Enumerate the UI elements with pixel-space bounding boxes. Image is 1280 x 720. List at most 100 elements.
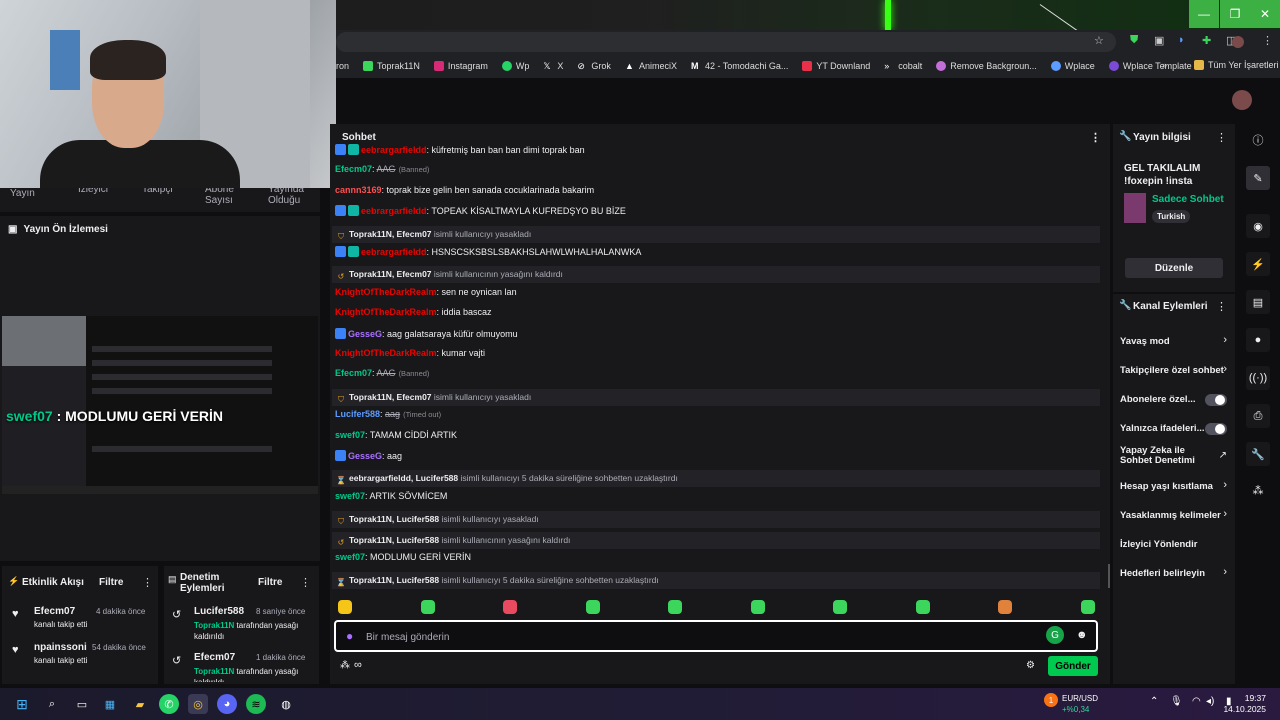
prime-badge-icon[interactable]: [335, 450, 346, 461]
stream-info-more-icon[interactable]: ⋮: [1216, 131, 1227, 144]
subscriber-badge-icon[interactable]: [348, 144, 359, 155]
chat-username[interactable]: swef07: [335, 552, 365, 562]
mod-notice-users[interactable]: Toprak11N, Lucifer588: [349, 514, 439, 524]
channel-action-item[interactable]: Hesap yaşı kısıtlama ›: [1113, 479, 1235, 503]
shield-extension-icon[interactable]: ⛊: [1130, 34, 1138, 47]
mod-notice-users[interactable]: Toprak11N, Efecm07: [349, 269, 432, 279]
stream-tag[interactable]: Turkish: [1152, 210, 1191, 223]
emote-icon[interactable]: [338, 600, 352, 614]
emote-icon[interactable]: [915, 600, 930, 614]
emote-icon[interactable]: [585, 600, 600, 614]
user-avatar[interactable]: [1232, 90, 1252, 110]
address-field[interactable]: [336, 32, 1116, 52]
prime-badge-icon[interactable]: [335, 327, 346, 339]
emote-icon[interactable]: [503, 600, 517, 614]
chat-more-icon[interactable]: ⋮: [1090, 131, 1101, 144]
mod-notice-users[interactable]: eebrargarfieldd, Lucifer588: [349, 473, 458, 483]
bookmarks-overflow-chevron[interactable]: »: [1162, 60, 1167, 70]
chat-username[interactable]: cannn3169: [335, 185, 382, 195]
bookmark-item[interactable]: ⊘ Grok: [577, 61, 611, 71]
chat-scrollbar[interactable]: [1108, 564, 1110, 588]
subscriber-badge-icon[interactable]: [348, 246, 359, 257]
pencil-icon[interactable]: ✎: [1246, 166, 1270, 190]
channel-action-item[interactable]: Abonelere özel...: [1113, 392, 1235, 416]
prime-badge-icon[interactable]: [335, 144, 346, 155]
currency-ticker[interactable]: EUR/USD +%0,34: [1062, 693, 1098, 715]
chrome-icon[interactable]: ◎: [188, 694, 208, 714]
minimize-button[interactable]: —: [1189, 0, 1219, 28]
mod-notice-users[interactable]: Toprak11N, Lucifer588: [349, 575, 439, 585]
profile-avatar[interactable]: [1232, 36, 1244, 48]
send-button[interactable]: Gönder: [1048, 656, 1098, 676]
chat-username[interactable]: GesseG: [348, 329, 382, 339]
bookmark-item[interactable]: ron: [336, 61, 349, 71]
channel-action-item[interactable]: Takipçilere özel sohbet ›: [1113, 363, 1235, 387]
channel-action-item[interactable]: Yavaş mod ›: [1113, 334, 1235, 358]
subscriber-badge-icon[interactable]: [348, 205, 359, 217]
chat-bubble-icon[interactable]: ●: [1246, 328, 1270, 352]
channel-action-item[interactable]: Yalnızca ifadeleri...: [1113, 421, 1235, 445]
discord-icon[interactable]: ◕: [217, 694, 237, 714]
all-bookmarks-folder[interactable]: Tüm Yer İşaretleri: [1194, 60, 1279, 70]
close-button[interactable]: ✕: [1250, 0, 1280, 28]
chat-username[interactable]: Lucifer588: [335, 409, 380, 419]
stream-preview-video[interactable]: [2, 316, 318, 494]
bookmark-item[interactable]: YT Downland: [802, 61, 870, 71]
bookmark-item[interactable]: Wp: [501, 61, 529, 71]
channel-action-item[interactable]: Hedefleri belirleyin ›: [1113, 566, 1235, 590]
chat-username[interactable]: swef07: [335, 491, 365, 501]
browser-menu-icon[interactable]: ⋮: [1262, 34, 1273, 47]
printer-icon[interactable]: ⎙: [1246, 404, 1270, 428]
spotify-icon[interactable]: ≋: [246, 694, 266, 714]
bookmark-item[interactable]: » cobalt: [884, 61, 922, 71]
channel-action-item[interactable]: İzleyici Yönlendir: [1113, 537, 1235, 561]
chat-username[interactable]: eebrargarfieldd: [361, 145, 427, 155]
prime-badge-icon[interactable]: [335, 246, 346, 257]
mod-notice-users[interactable]: Toprak11N, Lucifer588: [349, 535, 439, 545]
info-icon[interactable]: ⓘ: [1246, 128, 1270, 152]
emote-icon[interactable]: [833, 600, 847, 614]
prime-badge-icon[interactable]: [335, 205, 346, 217]
translate-extension-icon[interactable]: ◗: [1178, 34, 1185, 46]
mod-notice-users[interactable]: Toprak11N, Efecm07: [349, 229, 432, 239]
toggle-switch[interactable]: [1205, 394, 1227, 406]
emote-icon[interactable]: [420, 600, 435, 614]
emote-picker-icon[interactable]: ☻: [1076, 629, 1088, 641]
channel-action-item[interactable]: Yapay Zeka ile Sohbet Denetimi ↗: [1113, 446, 1235, 474]
extension-icon[interactable]: ✚: [1202, 34, 1211, 47]
emote-icon[interactable]: [1080, 600, 1095, 614]
microphone-icon[interactable]: ●: [346, 629, 353, 643]
ticker-badge[interactable]: 1: [1044, 693, 1058, 707]
mod-filter-button[interactable]: Filtre: [258, 577, 282, 588]
chat-username[interactable]: Efecm07: [335, 368, 372, 378]
edit-stream-button[interactable]: Düzenle: [1125, 258, 1223, 278]
obs-icon[interactable]: ◍: [276, 694, 296, 714]
bookmark-star-icon[interactable]: ☆: [1094, 34, 1104, 47]
volume-icon[interactable]: ◂): [1206, 696, 1214, 707]
chat-username[interactable]: GesseG: [348, 451, 382, 461]
chat-username[interactable]: KnightOfTheDarkRealm: [335, 307, 437, 317]
bookmark-item[interactable]: 𝕏X: [543, 61, 563, 71]
bookmark-item[interactable]: M 42 - Tomodachi Ga...: [691, 61, 788, 71]
chat-username[interactable]: Efecm07: [335, 164, 372, 174]
chat-username[interactable]: eebrargarfieldd: [361, 206, 427, 216]
task-view-icon[interactable]: ▭: [72, 694, 92, 714]
file-explorer-icon[interactable]: ▰: [130, 694, 150, 714]
lightning-icon[interactable]: ⚡: [1246, 252, 1270, 276]
chat-username[interactable]: KnightOfTheDarkRealm: [335, 287, 437, 297]
emote-icon[interactable]: [668, 600, 682, 614]
channel-action-item[interactable]: Yasaklanmış kelimeler ›: [1113, 508, 1235, 532]
chat-extra-icon[interactable]: ⁂: [340, 660, 350, 671]
mod-more-icon[interactable]: ⋮: [300, 576, 311, 589]
chat-username[interactable]: eebrargarfieldd: [361, 247, 427, 257]
bookmark-item[interactable]: Instagram: [433, 61, 488, 71]
bookmark-item[interactable]: Wplace: [1050, 61, 1095, 71]
clip-icon[interactable]: ◉: [1246, 214, 1270, 238]
infinity-icon[interactable]: ∞: [354, 659, 362, 671]
bookmark-item[interactable]: Wplace Template: [1108, 61, 1192, 71]
media-icon[interactable]: ▣: [1154, 34, 1164, 47]
grammarly-icon[interactable]: G: [1046, 626, 1064, 644]
stream-category[interactable]: Sadece Sohbet: [1152, 194, 1224, 205]
microphone-icon[interactable]: 🎙: [1170, 696, 1183, 707]
system-clock[interactable]: 19:37 14.10.2025: [1223, 693, 1266, 715]
